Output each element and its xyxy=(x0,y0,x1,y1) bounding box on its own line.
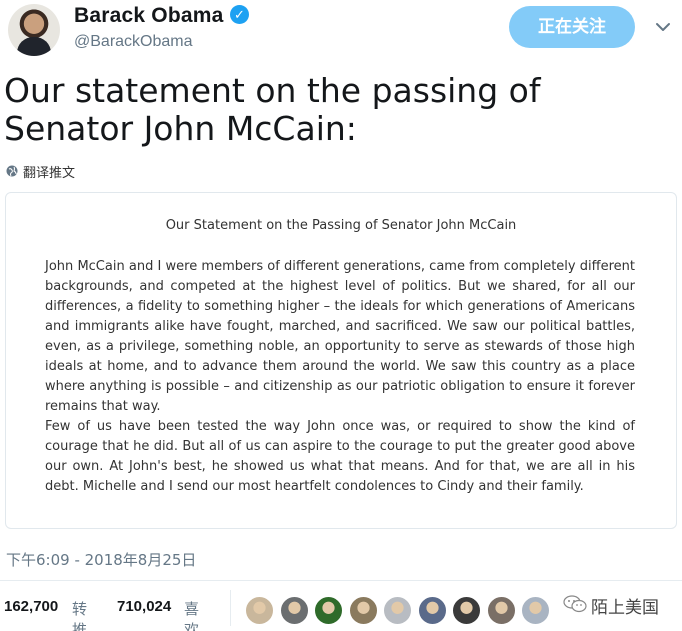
tweet-timestamp[interactable]: 下午6:09 - 2018年8月25日 xyxy=(6,549,196,570)
statement-card[interactable]: Our Statement on the Passing of Senator … xyxy=(5,192,677,529)
retweet-count[interactable]: 162,700 xyxy=(4,598,58,615)
translate-label: 翻译推文 xyxy=(23,166,76,181)
liker-avatar[interactable] xyxy=(314,596,343,625)
following-button-label: 正在关注 xyxy=(538,17,606,37)
statement-paragraph: Few of us have been tested the way John … xyxy=(45,419,635,494)
globe-icon xyxy=(6,165,18,177)
divider xyxy=(0,580,682,581)
retweet-label[interactable]: 转推 xyxy=(72,598,87,631)
liker-avatar[interactable] xyxy=(383,596,412,625)
tweet-text: Our statement on the passing of Senator … xyxy=(4,71,541,148)
like-label[interactable]: 喜欢 xyxy=(184,598,199,631)
like-count[interactable]: 710,024 xyxy=(117,598,171,615)
statement-paragraph: John McCain and I were members of differ… xyxy=(45,259,635,414)
liker-avatar[interactable] xyxy=(521,596,550,625)
tweet-header: Barack Obama ✓ @BarackObama 正在关注 xyxy=(0,0,682,62)
verified-badge-icon: ✓ xyxy=(230,5,249,24)
avatar[interactable] xyxy=(8,4,60,56)
liker-avatar[interactable] xyxy=(452,596,481,625)
wechat-icon xyxy=(563,595,587,613)
chevron-down-icon[interactable] xyxy=(654,18,672,36)
watermark-text: 陌上美国 xyxy=(591,598,659,618)
divider xyxy=(230,590,231,626)
liker-avatar[interactable] xyxy=(279,596,309,625)
user-name[interactable]: Barack Obama xyxy=(74,4,223,28)
liker-avatar[interactable] xyxy=(245,596,274,625)
liker-avatar[interactable] xyxy=(486,596,516,625)
liker-avatar[interactable] xyxy=(417,596,447,625)
statement-title: Our Statement on the Passing of Senator … xyxy=(165,218,517,233)
user-handle[interactable]: @BarackObama xyxy=(74,33,193,51)
liker-avatar[interactable] xyxy=(348,596,378,625)
